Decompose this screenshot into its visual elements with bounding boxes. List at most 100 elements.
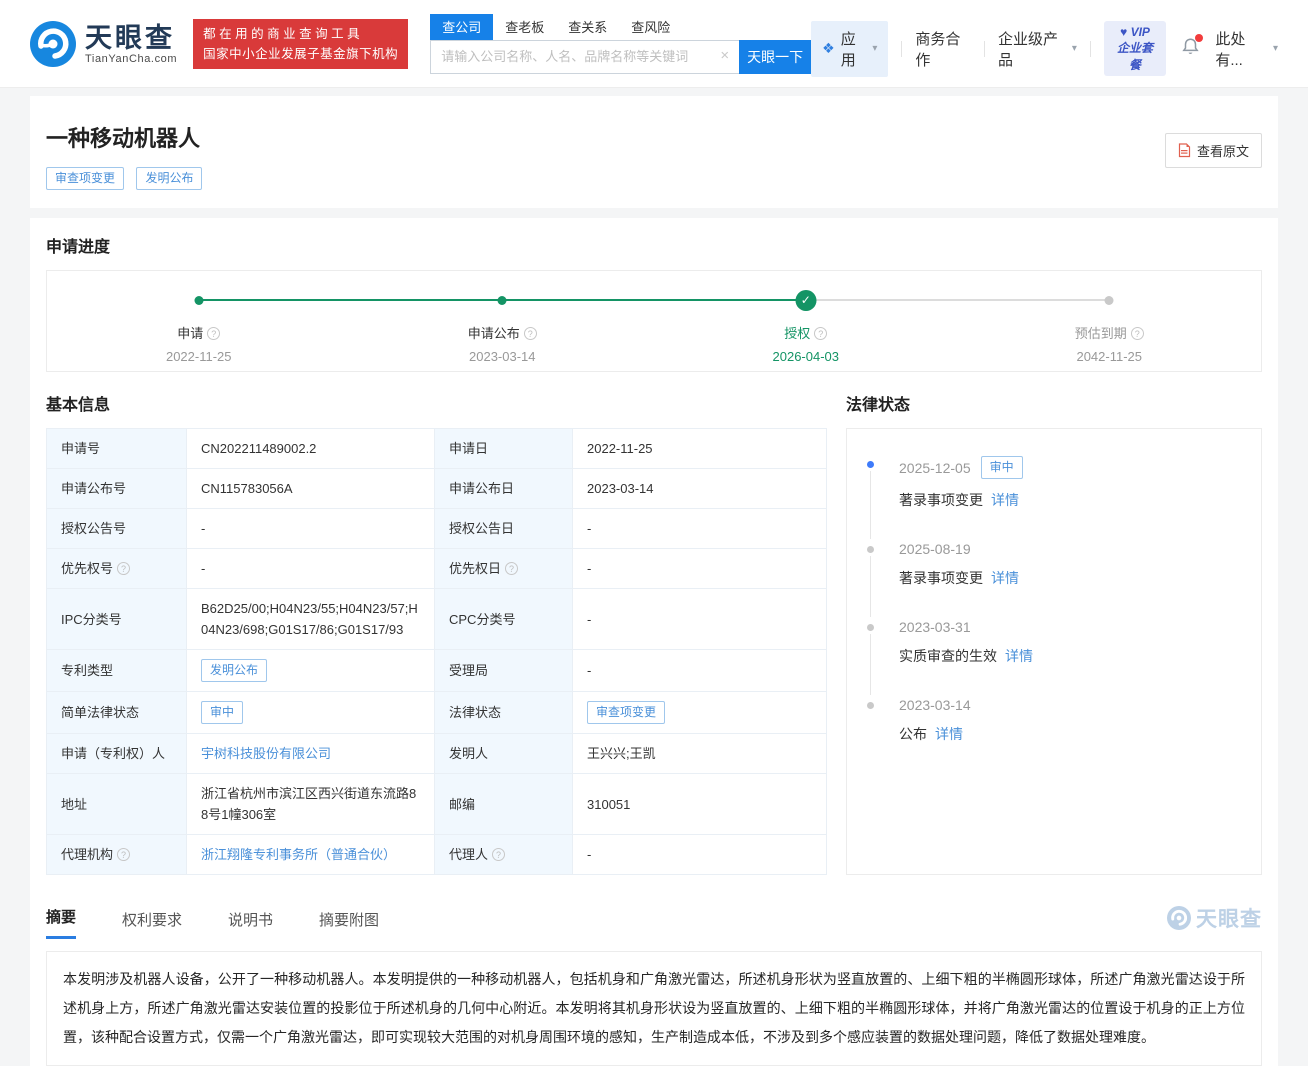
legal-item: 2023-03-31 实质审查的生效详情 [867, 619, 1245, 697]
legal-status-panel: 2025-12-05 审中 著录事项变更详情 2025-08-19 著录事项变更… [846, 428, 1262, 875]
row-label: 专利类型 [47, 650, 187, 692]
chevron-down-icon: ▾ [872, 43, 877, 54]
view-original-button[interactable]: 查看原文 [1165, 133, 1262, 168]
watermark-logo: 天眼查 [1167, 903, 1262, 939]
step-label: 申请 [177, 326, 203, 341]
clear-icon[interactable]: × [720, 47, 729, 64]
row-label: IPC分类号 [47, 589, 187, 650]
search-button[interactable]: 天眼一下 [739, 40, 811, 74]
help-icon[interactable]: ? [524, 327, 537, 340]
eye-logo-icon [30, 21, 76, 67]
step-date: 2022-11-25 [47, 349, 351, 364]
divider [984, 41, 985, 57]
nav-cooperation[interactable]: 商务合作 [915, 28, 971, 70]
bell-icon[interactable] [1181, 37, 1200, 61]
legal-date: 2023-03-31 [899, 619, 971, 635]
help-icon[interactable]: ? [505, 562, 518, 575]
more-label: 此处有... [1215, 28, 1268, 70]
detail-link[interactable]: 详情 [991, 492, 1019, 508]
row-label: 代理机构? [47, 835, 187, 875]
table-row: 代理机构? 浙江翔隆专利事务所（普通合伙） 代理人? - [47, 835, 827, 875]
legal-date: 2025-08-19 [899, 541, 971, 557]
step-dot [1105, 296, 1114, 305]
legal-connector [870, 634, 871, 695]
legal-dot [867, 546, 874, 553]
tianyancha-logo[interactable]: 天眼查 TianYanCha.com [30, 21, 177, 67]
legal-status-section: 法律状态 2025-12-05 审中 著录事项变更详情 20 [846, 396, 1262, 875]
search-tabs: 查公司 查老板 查关系 查风险 [430, 14, 811, 40]
agency-link[interactable]: 浙江翔隆专利事务所（普通合伙） [201, 847, 396, 862]
legal-status-tag: 审中 [981, 456, 1023, 479]
search-input[interactable] [430, 40, 739, 74]
table-row: 地址 浙江省杭州市滨江区西兴街道东流路88号1幢306室 邮编 310051 [47, 774, 827, 835]
legal-item: 2023-03-14 公布详情 [867, 697, 1245, 775]
row-value: - [573, 589, 827, 650]
chevron-down-icon: ▾ [1273, 43, 1278, 54]
help-icon[interactable]: ? [117, 562, 130, 575]
progress-step-expire: 预估到期? 2042-11-25 [958, 271, 1262, 371]
row-value: - [187, 509, 435, 549]
help-icon[interactable]: ? [814, 327, 827, 340]
legal-dot [867, 461, 874, 468]
detail-link[interactable]: 详情 [991, 570, 1019, 586]
pdf-icon [1178, 143, 1191, 158]
detail-link[interactable]: 详情 [935, 726, 963, 742]
legal-dot [867, 624, 874, 631]
progress-step-grant: ✓ 授权? 2026-04-03 [654, 271, 958, 371]
step-label: 授权 [784, 326, 810, 341]
patent-type-tag[interactable]: 发明公布 [201, 659, 267, 682]
search-tab-risk[interactable]: 查风险 [619, 14, 682, 40]
nav-more[interactable]: 此处有... ▾ [1215, 28, 1278, 70]
row-value: 宇树科技股份有限公司 [187, 734, 435, 774]
vip-line2: 企业套餐 [1113, 40, 1158, 72]
legal-item: 2025-12-05 审中 著录事项变更详情 [867, 456, 1245, 541]
row-value: - [573, 509, 827, 549]
row-value: - [573, 549, 827, 589]
basic-info-table: 申请号 CN202211489002.2 申请日 2022-11-25 申请公布… [46, 428, 827, 875]
step-label: 预估到期 [1075, 326, 1127, 341]
tab-description[interactable]: 说明书 [228, 909, 273, 939]
search-tab-company[interactable]: 查公司 [430, 14, 493, 40]
notification-dot [1195, 34, 1203, 42]
row-value: B62D25/00;H04N23/55;H04N23/57;H04N23/698… [187, 589, 435, 650]
row-label: 优先权日? [435, 549, 573, 589]
row-value: 2023-03-14 [573, 469, 827, 509]
progress-heading: 申请进度 [46, 238, 1262, 258]
legal-text: 著录事项变更 [899, 570, 983, 586]
vip-badge[interactable]: ♥ VIP 企业套餐 [1104, 21, 1167, 76]
page-title: 一种移动机器人 [46, 121, 1262, 153]
search-tab-relation[interactable]: 查关系 [556, 14, 619, 40]
detail-link[interactable]: 详情 [1005, 648, 1033, 664]
step-dot [498, 296, 507, 305]
basic-info-section: 基本信息 申请号 CN202211489002.2 申请日 2022-11-25… [46, 396, 826, 875]
applicant-link[interactable]: 宇树科技股份有限公司 [201, 746, 331, 761]
abstract-text: 本发明涉及机器人设备，公开了一种移动机器人。本发明提供的一种移动机器人，包括机身… [63, 971, 1245, 1045]
tab-abstract[interactable]: 摘要 [46, 906, 76, 939]
help-icon[interactable]: ? [492, 848, 505, 861]
row-label: 申请（专利权）人 [47, 734, 187, 774]
row-label: 发明人 [435, 734, 573, 774]
tab-claims[interactable]: 权利要求 [122, 909, 182, 939]
nav-apps-button[interactable]: ❖ 应用 ▾ [811, 21, 888, 77]
row-label: 优先权号? [47, 549, 187, 589]
status-tag[interactable]: 审中 [201, 701, 243, 724]
divider [901, 41, 902, 57]
progress-step-publish: 申请公布? 2023-03-14 [351, 271, 655, 371]
row-label: 受理局 [435, 650, 573, 692]
help-icon[interactable]: ? [207, 327, 220, 340]
row-value: CN115783056A [187, 469, 435, 509]
status-tag[interactable]: 审查项变更 [587, 701, 665, 724]
legal-item: 2025-08-19 著录事项变更详情 [867, 541, 1245, 619]
help-icon[interactable]: ? [117, 848, 130, 861]
eye-logo-icon [1167, 906, 1191, 930]
search-block: 查公司 查老板 查关系 查风险 × 天眼一下 [430, 14, 811, 74]
tab-abstract-figure[interactable]: 摘要附图 [319, 909, 379, 939]
row-label: 授权公告号 [47, 509, 187, 549]
row-value: CN202211489002.2 [187, 429, 435, 469]
step-dot [194, 296, 203, 305]
header: 天眼查 TianYanCha.com 都在用的商业查询工具 国家中小企业发展子基… [0, 0, 1308, 88]
search-tab-boss[interactable]: 查老板 [493, 14, 556, 40]
table-row: 申请号 CN202211489002.2 申请日 2022-11-25 [47, 429, 827, 469]
nav-enterprise[interactable]: 企业级产品 ▾ [998, 28, 1077, 70]
help-icon[interactable]: ? [1131, 327, 1144, 340]
